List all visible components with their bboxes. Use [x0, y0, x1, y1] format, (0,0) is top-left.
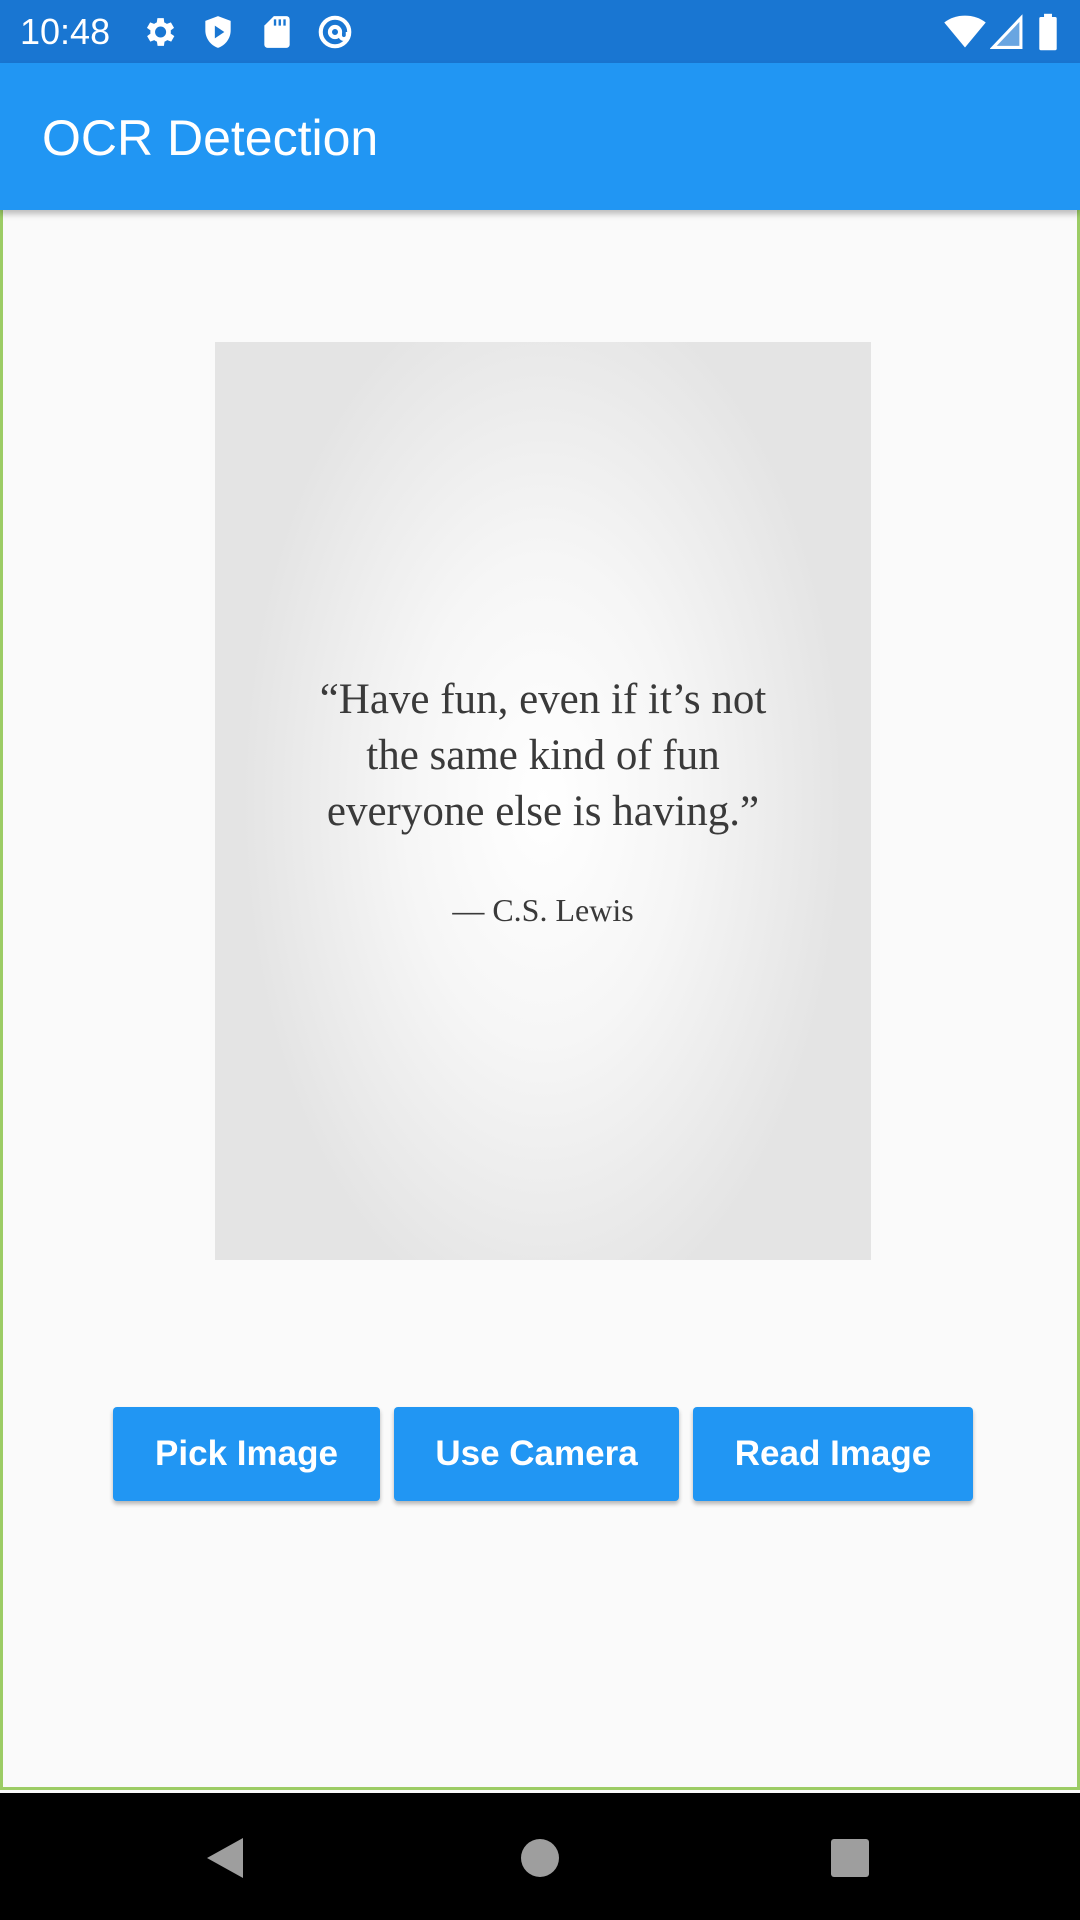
status-time: 10:48: [20, 11, 111, 52]
quote-text: “Have fun, even if it’s not the same kin…: [319, 676, 767, 835]
navigation-bar: [0, 1793, 1080, 1920]
home-icon[interactable]: [505, 1823, 575, 1893]
pick-image-button[interactable]: Pick Image: [113, 1407, 380, 1501]
page-title: OCR Detection: [42, 110, 379, 166]
back-icon[interactable]: [190, 1823, 260, 1893]
sd-card-icon: [258, 13, 296, 51]
recents-icon[interactable]: [815, 1823, 885, 1893]
wifi-icon: [944, 13, 986, 51]
read-image-button[interactable]: Read Image: [693, 1407, 973, 1501]
status-bar: 10:48: [0, 0, 1080, 63]
shield-play-icon: [199, 13, 237, 51]
cell-signal-icon: [989, 13, 1024, 51]
main-content: “Have fun, even if it’s not the same kin…: [0, 210, 1080, 1790]
at-sign-icon: [316, 13, 354, 51]
battery-icon: [1036, 13, 1060, 51]
app-bar: OCR Detection: [0, 63, 1080, 210]
use-camera-button[interactable]: Use Camera: [394, 1407, 679, 1501]
settings-icon: [140, 13, 178, 51]
quote-author: — C.S. Lewis: [452, 892, 634, 928]
preview-image: “Have fun, even if it’s not the same kin…: [215, 342, 871, 1260]
